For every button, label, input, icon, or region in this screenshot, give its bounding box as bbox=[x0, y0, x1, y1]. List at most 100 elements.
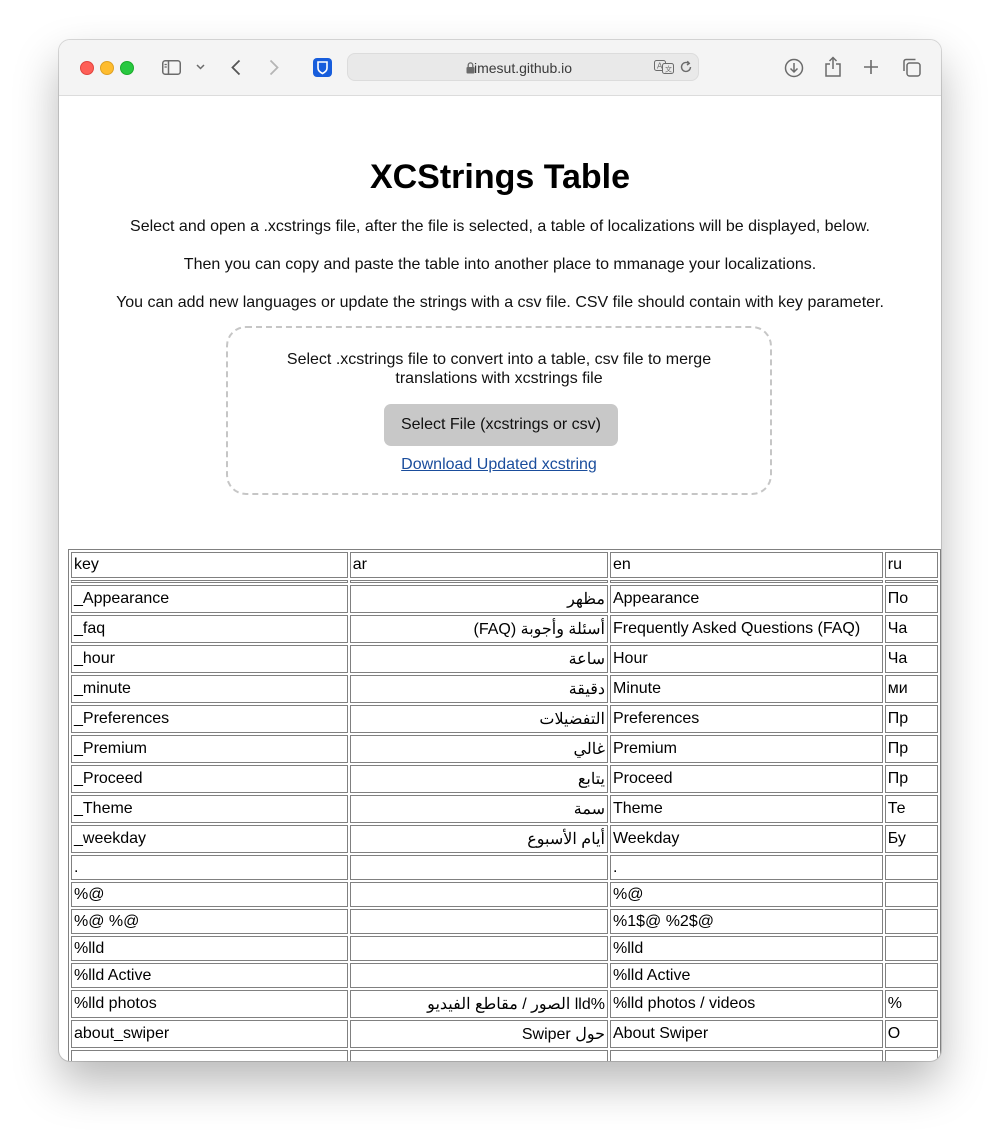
cell-ru bbox=[884, 855, 938, 880]
column-header-en: en bbox=[609, 552, 883, 578]
localization-table: key ar en ru _Appearance مظهر Appearance Пo… bbox=[68, 549, 941, 1061]
table-row: _weekday أيام الأسبوع Weekday Бу bbox=[71, 825, 938, 853]
table-row: All the albums are excluded. Select All t… bbox=[71, 1050, 938, 1061]
drop-zone-instruction: Select .xcstrings file to convert into a… bbox=[286, 351, 712, 387]
cell-ar bbox=[349, 882, 608, 907]
file-drop-zone[interactable]: Select .xcstrings file to convert into a… bbox=[226, 326, 772, 495]
cell-ru: % bbox=[884, 990, 938, 1018]
table-row: .. bbox=[71, 855, 938, 880]
cell-key: _Premium bbox=[71, 735, 348, 763]
table-row: _faq أسئلة وأجوبة (FAQ) Frequently Asked Q… bbox=[71, 615, 938, 643]
browser-toolbar: imesut.github.io A文 bbox=[59, 40, 941, 96]
cell-en: Minute bbox=[609, 675, 883, 703]
cell-ar: سمة bbox=[349, 795, 608, 823]
cell-ar: يتابع bbox=[349, 765, 608, 793]
table-row: _Proceed يتابع Proceed Пр bbox=[71, 765, 938, 793]
cell-ar: %lld الصور / مقاطع الفيديو bbox=[349, 990, 608, 1018]
cell-key: _hour bbox=[71, 645, 348, 673]
cell-en: . bbox=[609, 855, 883, 880]
column-header-ru: ru bbox=[884, 552, 938, 578]
sidebar-icon[interactable] bbox=[161, 58, 181, 76]
table-header-row: key ar en ru bbox=[71, 552, 938, 578]
cell-ar bbox=[349, 909, 608, 934]
intro-paragraph-3: You can add new languages or update the … bbox=[116, 294, 884, 311]
cell-key: _Preferences bbox=[71, 705, 348, 733]
cell-key: All the albums are excluded. Select bbox=[71, 1050, 348, 1061]
cell-ar: ساعة bbox=[349, 645, 608, 673]
cell-en: %lld bbox=[609, 936, 883, 961]
cell-key: %@ %@ bbox=[71, 909, 348, 934]
address-url: imesut.github.io bbox=[473, 60, 573, 76]
cell-ru bbox=[884, 936, 938, 961]
cell-ar: أسئلة وأجوبة (FAQ) bbox=[349, 615, 608, 643]
table-row: %lld photos %lld الصور / مقاطع الفيديو %ll… bbox=[71, 990, 938, 1018]
cell-en: %lld photos / videos bbox=[609, 990, 883, 1018]
cell-ar: دقيقة bbox=[349, 675, 608, 703]
cell-ar bbox=[349, 963, 608, 988]
cell-ru: Пр bbox=[884, 765, 938, 793]
cell-key: _weekday bbox=[71, 825, 348, 853]
forward-arrow-icon[interactable] bbox=[267, 57, 281, 77]
cell-en: All the albums are excluded. Select bbox=[609, 1050, 883, 1061]
cell-en: Weekday bbox=[609, 825, 883, 853]
page-title: XCStrings Table bbox=[369, 158, 631, 196]
address-bar[interactable]: imesut.github.io A文 bbox=[347, 53, 699, 81]
cell-ar bbox=[349, 936, 608, 961]
cell-ru: О bbox=[884, 1020, 938, 1048]
cell-en: Frequently Asked Questions (FAQ) bbox=[609, 615, 883, 643]
cell-ar bbox=[349, 855, 608, 880]
table-row: _Premium غالي Premium Пр bbox=[71, 735, 938, 763]
cell-ru: ми bbox=[884, 675, 938, 703]
cell-ru: Ча bbox=[884, 615, 938, 643]
cell-en: About Swiper bbox=[609, 1020, 883, 1048]
cell-key: %lld bbox=[71, 936, 348, 961]
cell-key: about_swiper bbox=[71, 1020, 348, 1048]
maximize-window-button[interactable] bbox=[120, 61, 134, 75]
cell-ar bbox=[349, 1050, 608, 1061]
table-row: _hour ساعة Hour Ча bbox=[71, 645, 938, 673]
cell-en: Hour bbox=[609, 645, 883, 673]
cell-en: Proceed bbox=[609, 765, 883, 793]
table-row: %lld Active %lld Active bbox=[71, 963, 938, 988]
cell-en: Appearance bbox=[609, 585, 883, 613]
downloads-icon[interactable] bbox=[783, 57, 804, 78]
cell-ru: Бу bbox=[884, 825, 938, 853]
close-window-button[interactable] bbox=[80, 61, 94, 75]
cell-key: _Proceed bbox=[71, 765, 348, 793]
page-content: XCStrings Table Select and open a .xcstr… bbox=[59, 96, 941, 1061]
table-row: %lld %lld bbox=[71, 936, 938, 961]
bitwarden-extension-icon[interactable] bbox=[312, 57, 332, 77]
cell-en: Premium bbox=[609, 735, 883, 763]
cell-key: %lld Active bbox=[71, 963, 348, 988]
cell-ar: التفضيلات bbox=[349, 705, 608, 733]
cell-en: Theme bbox=[609, 795, 883, 823]
cell-key: _minute bbox=[71, 675, 348, 703]
table-row: _minute دقيقة Minute ми bbox=[71, 675, 938, 703]
tab-overview-icon[interactable] bbox=[901, 57, 921, 77]
select-file-button[interactable]: Select File (xcstrings or csv) bbox=[384, 404, 618, 446]
minimize-window-button[interactable] bbox=[100, 61, 114, 75]
cell-key: . bbox=[71, 855, 348, 880]
back-arrow-icon[interactable] bbox=[229, 57, 243, 77]
cell-ru bbox=[884, 909, 938, 934]
cell-ar: غالي bbox=[349, 735, 608, 763]
cell-key: _Theme bbox=[71, 795, 348, 823]
cell-key: _Appearance bbox=[71, 585, 348, 613]
translate-icon[interactable]: A文 bbox=[654, 60, 674, 79]
cell-key: %@ bbox=[71, 882, 348, 907]
table-row: about_swiper حول Swiper About Swiper О bbox=[71, 1020, 938, 1048]
cell-ar: أيام الأسبوع bbox=[349, 825, 608, 853]
cell-ru: Пр bbox=[884, 735, 938, 763]
cell-ru: Те bbox=[884, 795, 938, 823]
table-row: _Preferences التفضيلات Preferences Пр bbox=[71, 705, 938, 733]
reload-icon[interactable] bbox=[679, 60, 693, 79]
svg-text:文: 文 bbox=[665, 65, 672, 74]
intro-paragraph-2: Then you can copy and paste the table in… bbox=[183, 256, 817, 273]
share-icon[interactable] bbox=[823, 55, 843, 77]
cell-ru: Пр bbox=[884, 705, 938, 733]
browser-window: imesut.github.io A文 XCStrings Table Sele… bbox=[59, 40, 941, 1061]
new-tab-icon[interactable] bbox=[862, 58, 880, 76]
chevron-down-icon[interactable] bbox=[194, 62, 206, 72]
spacer-cell bbox=[609, 580, 883, 583]
download-updated-link[interactable]: Download Updated xcstring bbox=[228, 456, 770, 474]
